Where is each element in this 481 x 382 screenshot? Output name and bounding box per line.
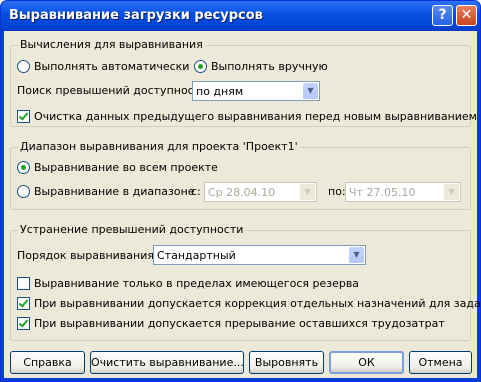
from-date-field[interactable]: Ср 28.04.10 ▼: [204, 182, 317, 202]
cancel-button[interactable]: Отмена: [409, 351, 472, 374]
clear-checkbox[interactable]: [17, 110, 30, 123]
split-label[interactable]: При выравнивании допускается прерывание …: [34, 317, 445, 330]
adjust-label[interactable]: При выравнивании допускается коррекция о…: [34, 297, 480, 310]
chevron-down-icon[interactable]: ▼: [349, 247, 364, 263]
manual-radio[interactable]: [194, 60, 207, 73]
order-dropdown[interactable]: Стандартный ▼: [153, 245, 366, 265]
all-project-label[interactable]: Выравнивание во всем проекте: [34, 161, 218, 174]
all-project-radio[interactable]: [17, 161, 30, 174]
clear-leveling-button[interactable]: Очистить выравнивание...: [90, 351, 244, 374]
title-bar[interactable]: Выравнивание загрузки ресурсов ? ✕: [1, 1, 480, 31]
search-label: Поиск превышений доступности:: [17, 84, 211, 97]
to-date-field[interactable]: Чт 27.05.10 ▼: [345, 182, 461, 202]
split-checkbox[interactable]: [17, 317, 30, 330]
dialog-body: Вычисления для выравнивания Выполнять ав…: [4, 31, 480, 378]
chevron-down-icon[interactable]: ▼: [303, 83, 318, 99]
order-label: Порядок выравнивания:: [17, 249, 158, 262]
auto-radio[interactable]: [17, 60, 30, 73]
clear-label[interactable]: Очистка данных предыдущего выравнивания …: [34, 110, 477, 123]
slack-checkbox[interactable]: [17, 277, 30, 290]
order-dropdown-value: Стандартный: [157, 249, 236, 262]
search-dropdown[interactable]: по дням ▼: [192, 81, 320, 101]
calc-group: Вычисления для выравнивания Выполнять ав…: [10, 38, 477, 127]
window-title: Выравнивание загрузки ресурсов: [9, 8, 263, 23]
auto-label[interactable]: Выполнять автоматически: [34, 60, 189, 73]
to-label: по:: [328, 185, 346, 198]
in-range-label[interactable]: Выравнивание в диапазоне: [34, 185, 195, 198]
search-dropdown-value: по дням: [196, 85, 244, 98]
from-date-value: Ср 28.04.10: [208, 186, 276, 199]
calc-group-legend: Вычисления для выравнивания: [18, 38, 205, 51]
manual-label[interactable]: Выполнять вручную: [211, 60, 328, 73]
help-button[interactable]: Справка: [10, 351, 85, 374]
dialog-window: Выравнивание загрузки ресурсов ? ✕ Вычис…: [0, 0, 481, 382]
resolve-group: Устранение превышений доступности Порядо…: [10, 223, 480, 341]
resolve-group-legend: Устранение превышений доступности: [18, 223, 246, 236]
range-group-legend: Диапазон выравнивания для проекта 'Проек…: [18, 140, 300, 153]
adjust-checkbox[interactable]: [17, 297, 30, 310]
help-icon[interactable]: ?: [432, 5, 453, 26]
chevron-down-icon[interactable]: ▼: [444, 184, 459, 200]
chevron-down-icon[interactable]: ▼: [300, 184, 315, 200]
range-group: Диапазон выравнивания для проекта 'Проек…: [10, 140, 471, 210]
slack-label[interactable]: Выравнивание только в пределах имеющегос…: [34, 277, 359, 290]
ok-button[interactable]: ОК: [329, 351, 404, 374]
close-icon[interactable]: ✕: [456, 5, 477, 26]
level-now-button[interactable]: Выровнять: [249, 351, 324, 374]
from-label: с:: [191, 185, 201, 198]
in-range-radio[interactable]: [17, 185, 30, 198]
to-date-value: Чт 27.05.10: [349, 186, 416, 199]
